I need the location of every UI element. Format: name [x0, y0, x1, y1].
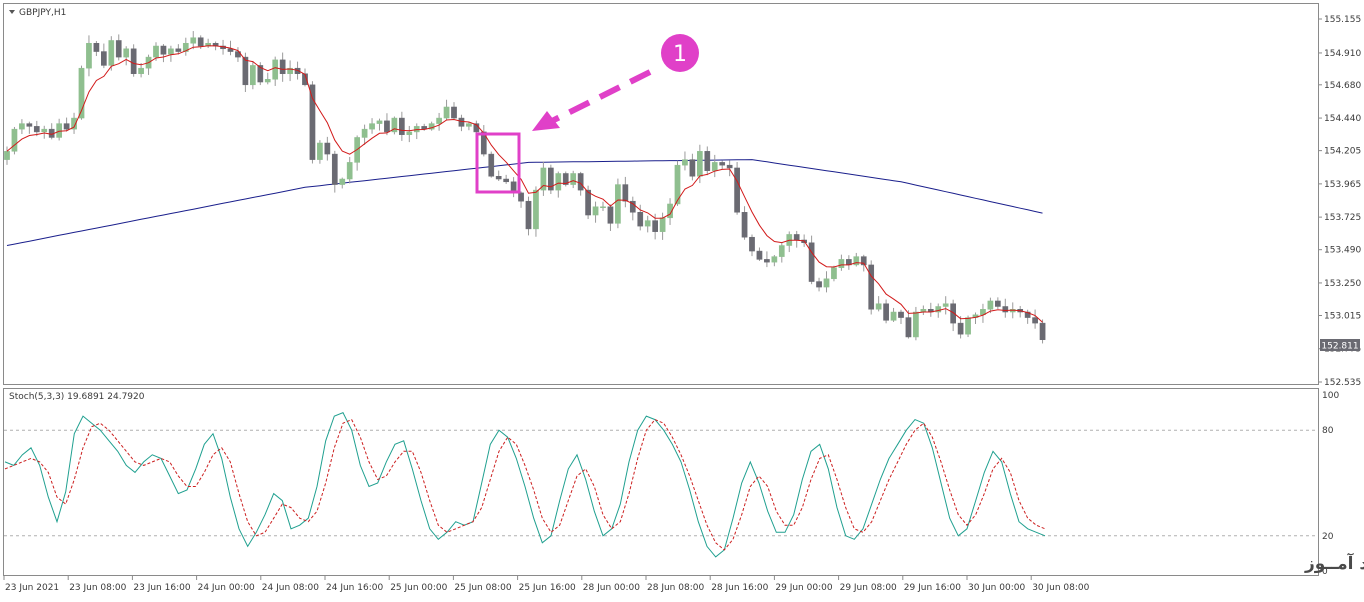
- time-axis: 23 Jun 2021 23 Jun 08:00 23 Jun 16:00 24 Ju…: [3, 576, 1090, 593]
- time-tick-label: 30 Jun 00:00: [968, 583, 1025, 593]
- time-tick-label: 29 Jun 16:00: [904, 583, 961, 593]
- time-tick-label: 25 Jun 16:00: [519, 583, 576, 593]
- candle: [615, 178, 621, 229]
- candle: [11, 126, 18, 155]
- stoch-tick-label: 20: [1322, 532, 1334, 542]
- stoch-tick-label: 100: [1322, 391, 1339, 401]
- price-tick-label: 153.490: [1324, 246, 1361, 256]
- candle: [548, 164, 554, 194]
- candle: [488, 151, 495, 178]
- marker-number: 1: [673, 42, 687, 67]
- time-tick-label: 28 Jun 16:00: [711, 583, 768, 593]
- time-tick-label: 29 Jun 00:00: [775, 583, 832, 593]
- price-panel[interactable]: [3, 3, 1319, 385]
- price-tick-label: 153.250: [1324, 279, 1361, 289]
- candle: [391, 116, 398, 135]
- candle: [831, 265, 837, 282]
- time-tick-label: 23 Jun 08:00: [69, 583, 126, 593]
- candle: [913, 306, 919, 341]
- time-tick-label: 25 Jun 00:00: [390, 583, 447, 593]
- time-tick-label: 23 Jun 16:00: [133, 583, 190, 593]
- candle: [562, 171, 569, 187]
- time-tick-label: 23 Jun 2021: [5, 583, 59, 593]
- candle: [674, 160, 681, 206]
- price-axis: 155.155 154.910 154.680 154.440 154.205 153.9…: [1318, 15, 1361, 388]
- price-tick-label: 154.680: [1324, 81, 1361, 91]
- candle: [734, 161, 740, 215]
- time-tick-label: 29 Jun 08:00: [840, 583, 897, 593]
- price-tick-label: 155.155: [1324, 15, 1361, 25]
- chart-canvas[interactable]: 155.155 154.910 154.680 154.440 154.205 153.9…: [0, 0, 1364, 598]
- candle: [130, 44, 137, 77]
- price-tick-label: 154.205: [1324, 147, 1361, 157]
- time-tick-label: 25 Jun 08:00: [454, 583, 511, 593]
- chart-window: 155.155 154.910 154.680 154.440 154.205 153.9…: [0, 0, 1364, 598]
- time-tick-label: 24 Jun 00:00: [198, 583, 255, 593]
- price-tick-label: 153.725: [1324, 213, 1361, 223]
- current-price-label: 152.811: [1321, 342, 1358, 352]
- candle: [868, 260, 875, 315]
- candle: [808, 235, 815, 285]
- time-tick-label: 30 Jun 08:00: [1032, 583, 1089, 593]
- watermark-text: انتشار در وبسایت سـود آمــوز: [1304, 552, 1364, 574]
- price-tick-label: 153.015: [1324, 311, 1361, 321]
- time-tick-label: 24 Jun 08:00: [262, 583, 319, 593]
- price-tick-label: 152.535: [1324, 378, 1361, 388]
- price-tick-label: 154.440: [1324, 114, 1361, 124]
- stoch-panel[interactable]: [3, 388, 1319, 576]
- price-tick-label: 154.910: [1324, 49, 1361, 59]
- stoch-label: Stoch(5,3,3) 19.6891 24.7920: [9, 392, 145, 402]
- time-tick-label: 28 Jun 08:00: [647, 583, 704, 593]
- stoch-tick-label: 80: [1322, 426, 1334, 436]
- price-tick-label: 153.965: [1324, 180, 1361, 190]
- time-tick-label: 24 Jun 16:00: [326, 583, 383, 593]
- candle: [1039, 319, 1046, 344]
- symbol-label: GBPJPY,H1: [19, 8, 66, 18]
- time-tick-label: 28 Jun 00:00: [583, 583, 640, 593]
- current-price-tag: 152.811: [1320, 339, 1360, 352]
- stoch-axis: 10080200: [1322, 391, 1339, 577]
